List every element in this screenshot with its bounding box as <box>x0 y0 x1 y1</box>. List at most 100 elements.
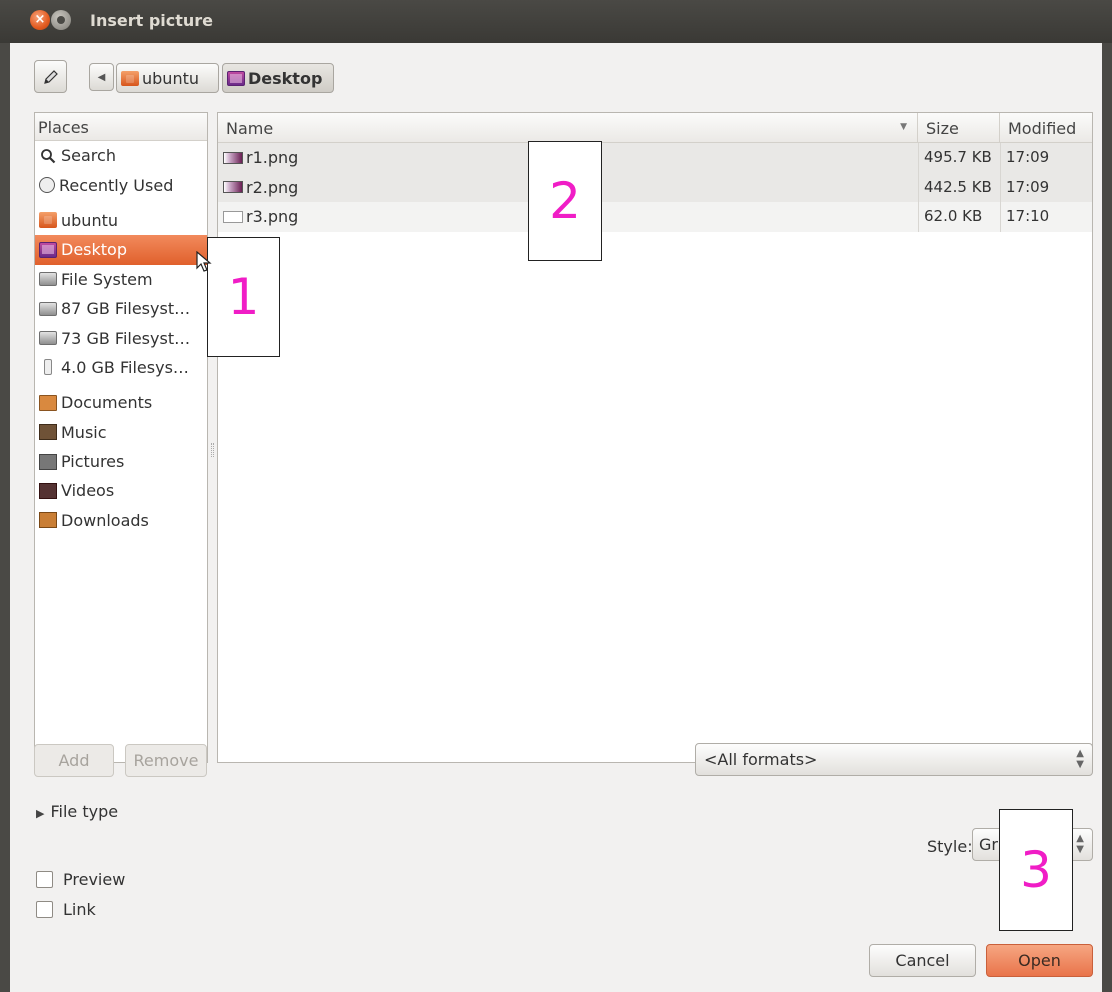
remove-bookmark-button[interactable]: Remove <box>125 744 207 777</box>
file-row[interactable]: r2.png 442.5 KB 17:09 <box>218 172 1092 202</box>
annotation-1: 1 <box>207 237 280 357</box>
format-filter-value: <All formats> <box>704 750 818 769</box>
file-name-cell: r3.png <box>223 207 298 226</box>
checkbox-box[interactable] <box>36 871 53 888</box>
type-location-button[interactable] <box>34 60 67 93</box>
file-row[interactable]: r1.png 495.7 KB 17:09 <box>218 143 1092 173</box>
place-label: Search <box>61 146 116 166</box>
breadcrumb-ubuntu[interactable]: ubuntu <box>116 63 219 93</box>
preview-label: Preview <box>63 870 126 889</box>
place-73gb-filesystem[interactable]: 73 GB Filesyst… <box>35 323 207 352</box>
place-music[interactable]: Music <box>35 418 207 447</box>
open-button[interactable]: Open <box>986 944 1093 977</box>
place-4gb-filesystem[interactable]: 4.0 GB Filesys… <box>35 353 207 382</box>
image-file-icon <box>223 151 243 164</box>
file-name-cell: r2.png <box>223 178 298 197</box>
place-label: 73 GB Filesyst… <box>61 328 191 348</box>
pane-resize-handle[interactable] <box>211 443 214 457</box>
updown-arrow-icon: ▲ ▼ <box>1076 833 1084 855</box>
left-arrow-icon: ◀ <box>97 71 106 83</box>
file-name: r3.png <box>246 207 299 226</box>
file-chooser-dialog: ◀ ubuntu Desktop Places Search Recently … <box>10 43 1102 992</box>
column-label: Size <box>926 119 959 138</box>
column-modified-header[interactable]: Modified <box>1000 113 1094 143</box>
place-label: Pictures <box>61 452 125 472</box>
music-folder-icon <box>39 424 57 441</box>
place-label: File System <box>61 269 153 289</box>
file-name-cell: r1.png <box>223 148 298 167</box>
file-modified: 17:10 <box>1006 207 1050 225</box>
drive-icon <box>39 331 57 346</box>
place-87gb-filesystem[interactable]: 87 GB Filesyst… <box>35 294 207 323</box>
annotation-3: 3 <box>999 809 1073 931</box>
file-size: 495.7 KB <box>924 148 992 166</box>
minimize-window-button[interactable] <box>51 10 71 30</box>
file-name: r2.png <box>246 177 299 197</box>
link-checkbox[interactable]: Link <box>36 900 96 919</box>
mouse-pointer-icon <box>196 251 212 272</box>
place-pictures[interactable]: Pictures <box>35 447 207 476</box>
image-file-icon <box>223 181 243 193</box>
window-border-left <box>0 43 10 992</box>
column-label: Name <box>226 119 274 138</box>
place-label: ubuntu <box>61 210 118 230</box>
column-label: Modified <box>1008 119 1077 138</box>
places-header: Places <box>35 113 207 141</box>
place-label: Desktop <box>61 240 127 260</box>
place-videos[interactable]: Videos <box>35 476 207 505</box>
format-filter-select[interactable]: <All formats> ▲ ▼ <box>695 743 1093 776</box>
title-bar: × Insert picture <box>0 0 1112 43</box>
breadcrumb-desktop[interactable]: Desktop <box>222 63 334 93</box>
place-label: Music <box>61 422 107 442</box>
image-file-icon <box>223 210 243 223</box>
annotation-2: 2 <box>528 141 602 261</box>
window-title: Insert picture <box>90 11 214 30</box>
file-row[interactable]: r3.png 62.0 KB 17:10 <box>218 202 1092 232</box>
file-name: r1.png <box>246 148 299 167</box>
sort-descending-icon: ▼ <box>900 122 907 132</box>
column-divider <box>918 172 919 202</box>
column-divider <box>918 143 919 173</box>
place-label: Downloads <box>61 510 149 530</box>
place-recently-used[interactable]: Recently Used <box>35 170 207 199</box>
place-file-system[interactable]: File System <box>35 265 207 294</box>
style-value: Gr <box>979 835 998 854</box>
column-divider <box>1000 143 1001 173</box>
back-button[interactable]: ◀ <box>89 63 114 91</box>
checkbox-box[interactable] <box>36 901 53 918</box>
cancel-button[interactable]: Cancel <box>869 944 976 977</box>
file-modified: 17:09 <box>1006 148 1050 166</box>
home-folder-icon <box>39 212 57 229</box>
breadcrumb-label: Desktop <box>248 68 323 88</box>
column-name-header[interactable]: Name ▼ <box>218 113 918 143</box>
column-divider <box>1000 172 1001 202</box>
place-label: 87 GB Filesyst… <box>61 299 191 319</box>
breadcrumb-label: ubuntu <box>142 68 199 88</box>
preview-checkbox[interactable]: Preview <box>36 870 125 889</box>
clock-icon <box>39 177 55 194</box>
file-type-expander[interactable]: ▶ File type <box>36 802 118 821</box>
places-sidebar: Places Search Recently Used ubuntu Deskt… <box>34 112 208 763</box>
videos-folder-icon <box>39 482 57 499</box>
place-search[interactable]: Search <box>35 141 207 170</box>
drive-icon <box>39 272 57 287</box>
desktop-icon <box>39 241 57 258</box>
usb-drive-icon <box>44 359 52 376</box>
file-size: 62.0 KB <box>924 207 983 225</box>
place-documents[interactable]: Documents <box>35 388 207 417</box>
place-ubuntu[interactable]: ubuntu <box>35 206 207 235</box>
downloads-folder-icon <box>39 512 57 529</box>
place-desktop[interactable]: Desktop <box>35 235 207 265</box>
documents-folder-icon <box>39 394 57 411</box>
close-window-button[interactable]: × <box>30 10 50 30</box>
search-icon <box>39 148 57 164</box>
add-bookmark-button[interactable]: Add <box>34 744 114 777</box>
file-list: Name ▼ Size Modified r1.png 495.7 KB 17:… <box>217 112 1093 763</box>
file-modified: 17:09 <box>1006 177 1050 196</box>
place-label: 4.0 GB Filesys… <box>61 357 189 377</box>
place-downloads[interactable]: Downloads <box>35 506 207 535</box>
drive-icon <box>39 301 57 316</box>
column-size-header[interactable]: Size <box>918 113 1000 143</box>
desktop-icon <box>227 70 245 86</box>
column-divider <box>1000 202 1001 232</box>
